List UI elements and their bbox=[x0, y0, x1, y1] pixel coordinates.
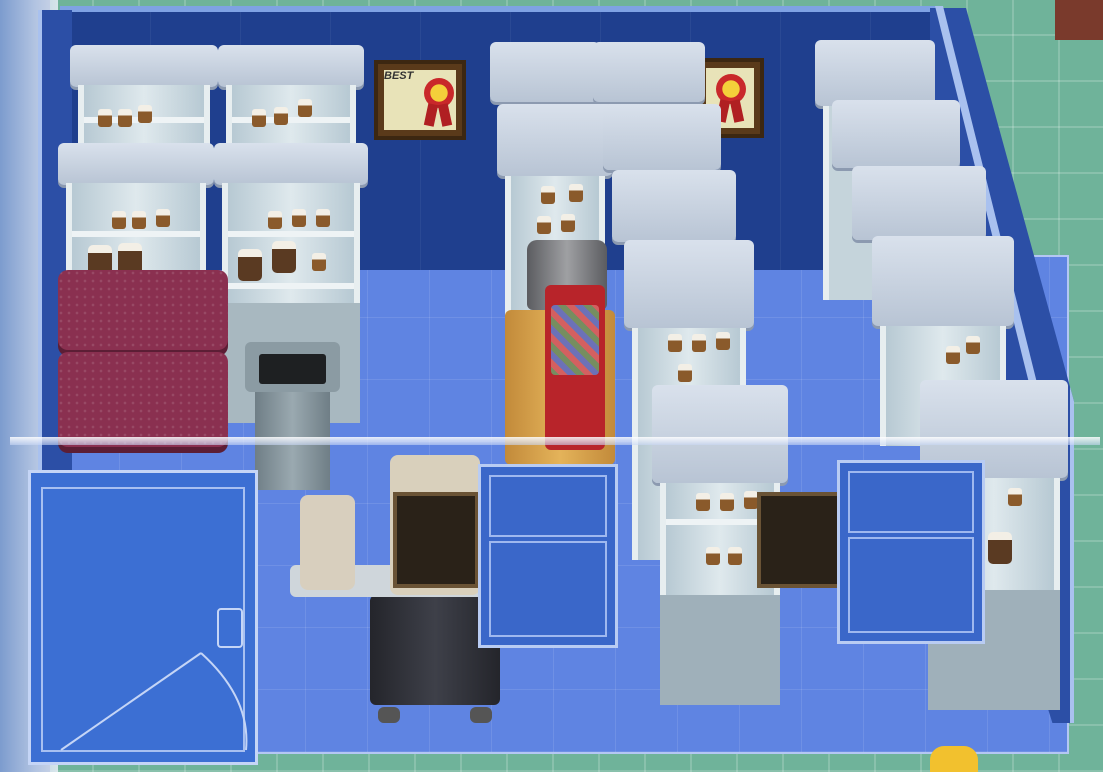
wall-panel bbox=[837, 460, 985, 644]
medicine-cabinet[interactable] bbox=[832, 100, 960, 174]
yellow-object-edge bbox=[930, 746, 978, 772]
medicine-cabinet[interactable] bbox=[58, 143, 214, 278]
chalk-board[interactable] bbox=[757, 492, 845, 588]
front-wall-outline bbox=[10, 437, 1100, 445]
medicine-cabinet[interactable] bbox=[490, 42, 600, 112]
chalk-board[interactable] bbox=[393, 492, 479, 588]
award-frame-label: BEST bbox=[384, 70, 414, 82]
examination-bed[interactable] bbox=[58, 270, 228, 460]
medicine-cabinet[interactable] bbox=[612, 170, 736, 250]
cart-bottle bbox=[300, 495, 355, 590]
door-swing-arc-icon bbox=[60, 652, 248, 751]
drug-dispenser-machine[interactable] bbox=[505, 235, 625, 465]
award-frame[interactable]: BEST bbox=[374, 60, 466, 140]
room-door[interactable] bbox=[28, 470, 258, 765]
adjacent-room-corner bbox=[1055, 0, 1103, 40]
medicine-cabinet[interactable] bbox=[70, 45, 218, 155]
pill-dispenser bbox=[545, 285, 605, 450]
medicine-cabinet[interactable] bbox=[593, 42, 705, 112]
wall-panel bbox=[478, 464, 618, 648]
medicine-cabinet[interactable] bbox=[218, 45, 364, 155]
medicine-cabinet[interactable] bbox=[603, 104, 721, 176]
